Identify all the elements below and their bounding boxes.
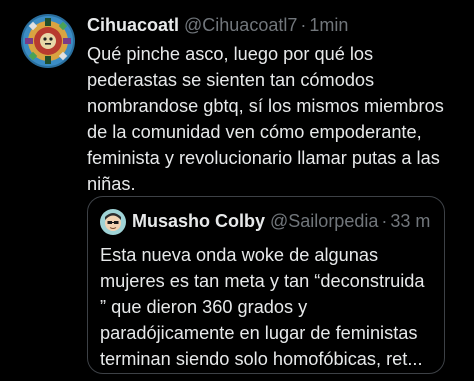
tweet-text: Qué pinche asco, luego por qué los peder… [87, 44, 444, 194]
author-display-name[interactable]: Cihuacoatl [87, 13, 179, 37]
tweet-timestamp[interactable]: 1min [309, 13, 348, 37]
author-avatar[interactable] [21, 14, 75, 68]
tweet-header: Cihuacoatl @Cihuacoatl7 · 1min [87, 13, 348, 37]
quoted-author-avatar[interactable] [100, 209, 126, 235]
quoted-separator-dot: · [381, 211, 388, 231]
quoted-tweet-header: Musasho Colby @Sailorpedia · 33 m [132, 209, 430, 233]
author-handle[interactable]: @Cihuacoatl7 [184, 13, 297, 37]
quoted-tweet-text: Esta nueva onda woke de algunas mujeres … [100, 245, 425, 369]
quoted-author-display-name[interactable]: Musasho Colby [132, 209, 265, 233]
aztec-calendar-avatar-icon [21, 14, 75, 68]
quoted-author-handle[interactable]: @Sailorpedia [270, 209, 378, 233]
quoted-tweet-timestamp[interactable]: 33 m [390, 209, 430, 233]
tweet[interactable]: Cihuacoatl @Cihuacoatl7 · 1min Qué pinch… [0, 0, 474, 381]
cartoon-face-avatar-icon [100, 209, 126, 235]
separator-dot: · [300, 15, 307, 35]
quoted-tweet[interactable]: Musasho Colby @Sailorpedia · 33 m Esta n… [87, 196, 445, 374]
